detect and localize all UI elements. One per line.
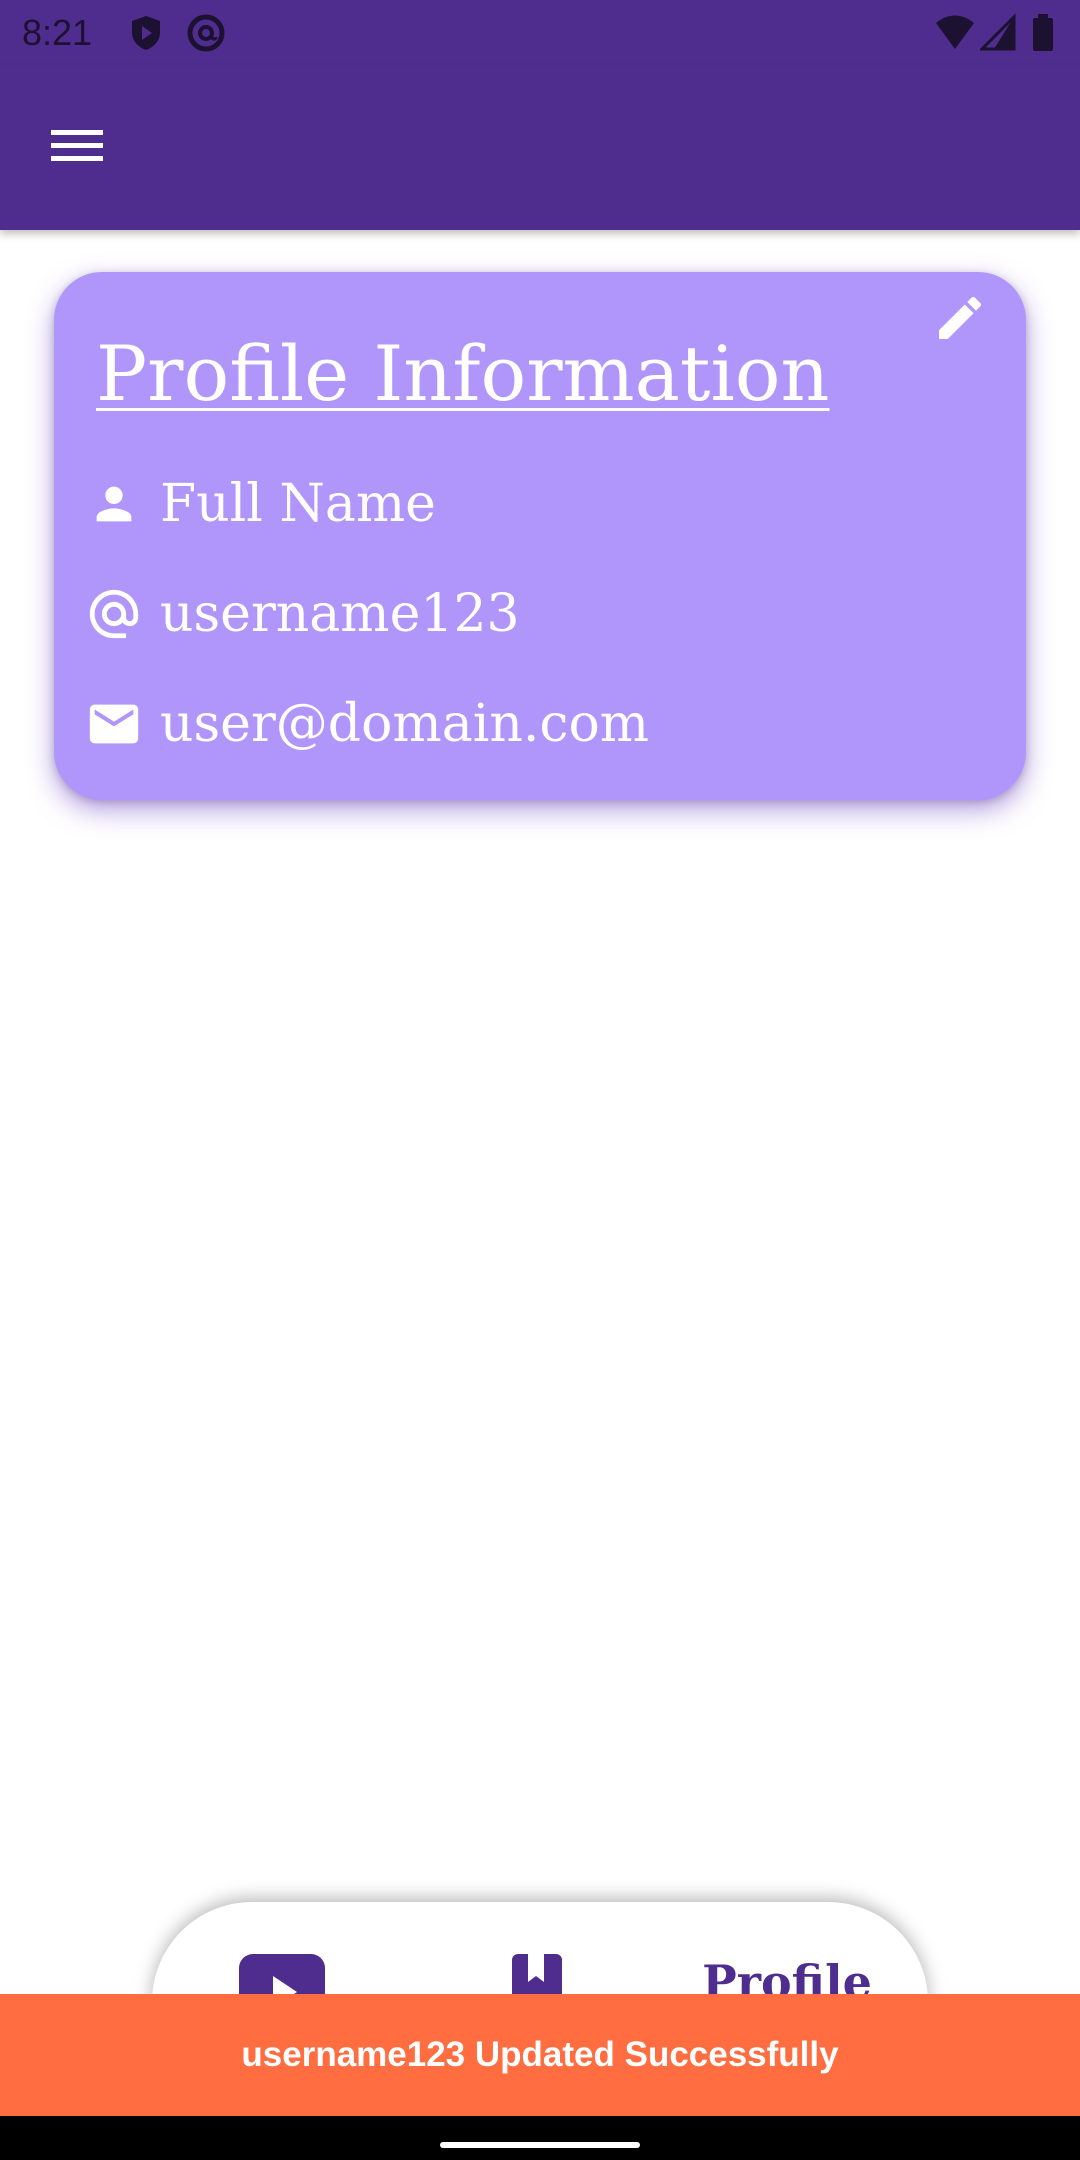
mail-icon xyxy=(84,694,144,754)
profile-card: Profile Information Full Name username12… xyxy=(54,272,1026,800)
app-bar xyxy=(0,66,1080,230)
cell-signal-icon xyxy=(978,13,1020,53)
edit-profile-button[interactable] xyxy=(924,284,996,356)
system-navigation-bar xyxy=(0,2116,1080,2160)
status-time: 8:21 xyxy=(22,12,93,53)
username-text: username123 xyxy=(160,584,520,644)
full-name-text: Full Name xyxy=(160,474,436,534)
pencil-icon xyxy=(932,290,988,350)
profile-title: Profile Information xyxy=(96,329,830,418)
snackbar: username123 Updated Successfully xyxy=(0,1994,1080,2116)
hamburger-menu-icon xyxy=(51,128,103,168)
status-bar: 8:21 xyxy=(0,0,1080,66)
shield-play-icon xyxy=(126,13,166,53)
at-icon xyxy=(84,584,144,644)
person-icon xyxy=(84,474,144,534)
menu-button[interactable] xyxy=(36,116,118,180)
battery-icon xyxy=(1030,13,1056,53)
full-name-row: Full Name xyxy=(84,468,436,540)
username-row: username123 xyxy=(84,578,520,650)
email-text: user@domain.com xyxy=(160,694,650,754)
snackbar-message: username123 Updated Successfully xyxy=(241,2035,839,2074)
home-indicator[interactable] xyxy=(440,2142,640,2148)
email-row: user@domain.com xyxy=(84,688,649,760)
at-circle-icon xyxy=(186,13,226,53)
wifi-icon xyxy=(934,13,974,53)
